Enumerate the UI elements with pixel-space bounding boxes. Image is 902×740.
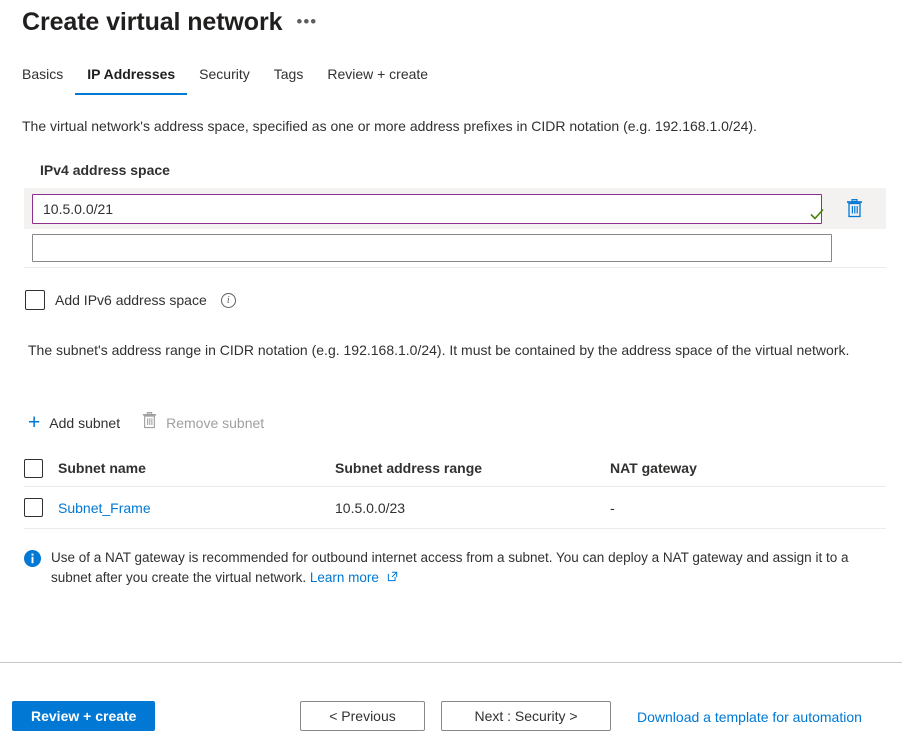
ipv4-address-space-input-new[interactable] <box>32 234 832 262</box>
tab-review-create[interactable]: Review + create <box>315 64 440 95</box>
table-header-row: Subnet name Subnet address range NAT gat… <box>24 450 886 487</box>
select-all-checkbox[interactable] <box>24 459 43 478</box>
info-filled-icon <box>24 550 41 588</box>
tab-tags[interactable]: Tags <box>262 64 316 95</box>
add-ipv6-label[interactable]: Add IPv6 address space <box>55 290 207 310</box>
learn-more-link[interactable]: Learn more <box>310 570 379 585</box>
subnet-command-bar: + Add subnet Remove subnet <box>28 412 264 434</box>
nat-gateway-info-banner: Use of a NAT gateway is recommended for … <box>24 548 884 588</box>
add-subnet-label: Add subnet <box>49 413 120 433</box>
trash-icon <box>142 412 157 434</box>
subnet-address-range-value: 10.5.0.0/23 <box>335 500 610 516</box>
plus-icon: + <box>28 415 40 431</box>
address-space-row-active <box>24 188 886 229</box>
remove-subnet-button[interactable]: Remove subnet <box>142 412 264 434</box>
column-header-nat-gateway[interactable]: NAT gateway <box>610 460 886 476</box>
more-options-icon[interactable]: ••• <box>296 12 317 32</box>
info-banner-text: Use of a NAT gateway is recommended for … <box>51 550 848 585</box>
previous-button[interactable]: < Previous <box>300 701 425 731</box>
tab-security[interactable]: Security <box>187 64 262 95</box>
page-header: Create virtual network ••• <box>22 5 317 39</box>
tab-basics[interactable]: Basics <box>22 64 75 95</box>
column-header-subnet-name[interactable]: Subnet name <box>58 460 335 476</box>
review-create-button[interactable]: Review + create <box>12 701 155 731</box>
create-virtual-network-page: Create virtual network ••• Basics IP Add… <box>0 0 902 740</box>
address-space-divider <box>24 267 886 268</box>
subnet-description: The subnet's address range in CIDR notat… <box>28 340 878 360</box>
add-ipv6-address-space-row: Add IPv6 address space i <box>25 290 236 310</box>
info-icon[interactable]: i <box>221 293 236 308</box>
info-banner-text-wrap: Use of a NAT gateway is recommended for … <box>51 548 884 588</box>
row-select-cell <box>24 498 58 517</box>
ipv4-address-space-input[interactable] <box>32 194 822 224</box>
column-header-subnet-address-range[interactable]: Subnet address range <box>335 460 610 476</box>
add-ipv6-checkbox[interactable] <box>25 290 45 310</box>
row-checkbox[interactable] <box>24 498 43 517</box>
wizard-tabs: Basics IP Addresses Security Tags Review… <box>22 64 440 95</box>
tab-ip-addresses[interactable]: IP Addresses <box>75 64 187 95</box>
subnets-table: Subnet name Subnet address range NAT gat… <box>24 450 886 529</box>
download-template-link[interactable]: Download a template for automation <box>637 707 862 727</box>
vnet-address-space-description: The virtual network's address space, spe… <box>22 116 882 136</box>
table-row[interactable]: Subnet_Frame 10.5.0.0/23 - <box>24 487 886 529</box>
add-subnet-button[interactable]: + Add subnet <box>28 413 120 433</box>
next-button[interactable]: Next : Security > <box>441 701 611 731</box>
wizard-footer: Review + create < Previous Next : Securi… <box>0 663 902 740</box>
subnet-name-link[interactable]: Subnet_Frame <box>58 500 151 516</box>
external-link-icon <box>383 570 398 585</box>
delete-address-space-icon[interactable] <box>841 195 867 221</box>
select-all-cell <box>24 459 58 478</box>
page-title: Create virtual network <box>22 5 282 39</box>
ipv4-address-space-label: IPv4 address space <box>40 160 170 180</box>
remove-subnet-label: Remove subnet <box>166 413 264 433</box>
nat-gateway-value: - <box>610 500 886 516</box>
